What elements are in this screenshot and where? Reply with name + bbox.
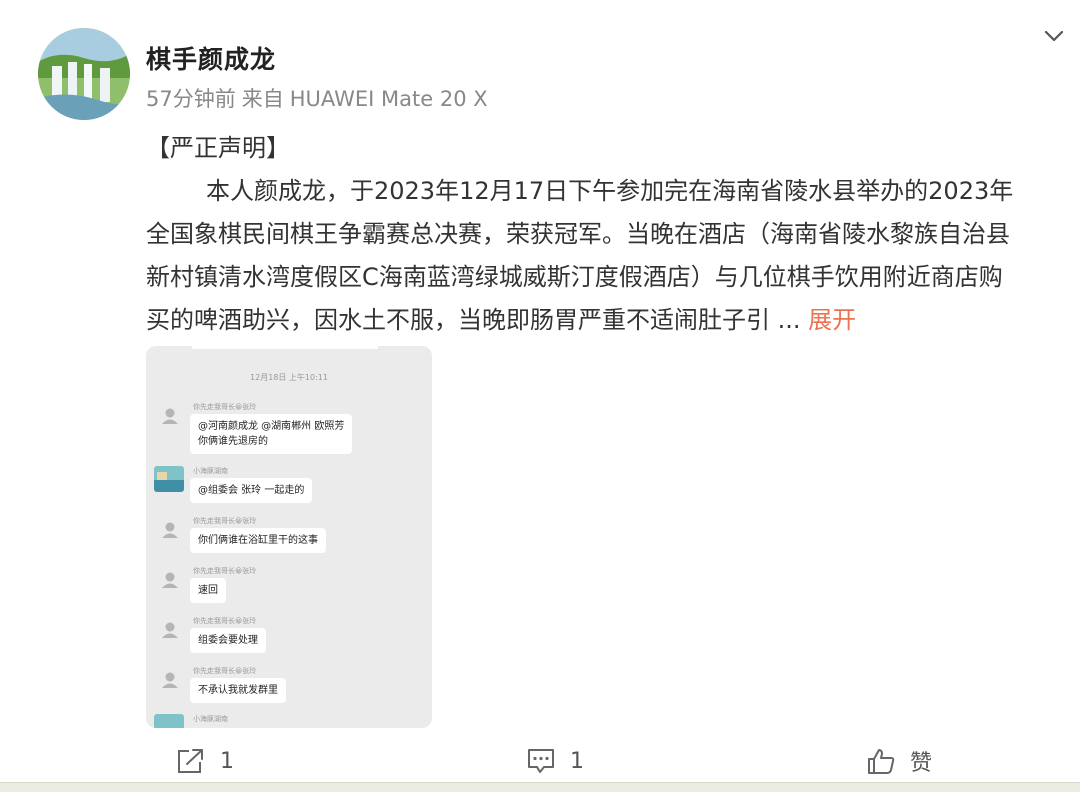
photo-avatar	[154, 714, 184, 728]
chat-sender: 小海豚湖南	[193, 715, 228, 723]
chat-text: 你俩谁先退房的	[198, 436, 268, 447]
post-time: 57分钟前	[146, 87, 236, 111]
comment-icon	[528, 749, 554, 773]
chat-bubble: @河南颜成龙 @湖南郴州 欧照芳 你俩谁先退房的	[190, 414, 353, 454]
ellipsis: ...	[770, 306, 809, 334]
comment-count: 1	[570, 748, 584, 774]
comment-button[interactable]: 1	[526, 740, 584, 782]
content-line: 全国象棋民间棋王争霸赛总决赛，荣获冠军。当晚在酒店（海南省陵水黎族自治县	[146, 220, 1010, 248]
default-avatar-icon	[156, 616, 184, 644]
chat-bubble: 你们俩谁在浴缸里干的这事	[190, 528, 326, 553]
chat-sender: 你先走我哥长😀张玲	[193, 617, 257, 625]
chat-bubble: 速回	[190, 578, 226, 603]
weibo-post: 棋手颜成龙 57分钟前 来自 HUAWEI Mate 20 X 【严正声明】 本人颜…	[0, 0, 1080, 792]
like-button[interactable]: 赞	[866, 740, 932, 782]
chat-sender: 你先走我哥长😀张玲	[193, 567, 257, 575]
user-avatar[interactable]	[38, 28, 130, 120]
chat-sender: 你先走我哥长😀张玲	[193, 517, 257, 525]
chat-sender: 你先走我哥长😀张玲	[193, 667, 257, 675]
content-line: 买的啤酒助兴，因水土不服，当晚即肠胃严重不适闹肚子引	[146, 306, 770, 334]
content-line: 本人颜成龙，于2023年12月17日下午参加完在海南省陵水县举办的2023年	[206, 177, 1014, 205]
image-top-strip	[192, 346, 378, 349]
chat-bubble: 组委会要处理	[190, 628, 266, 653]
chat-text: @河南颜成龙 @湖南郴州 欧照芳	[198, 421, 345, 432]
default-avatar-icon	[156, 402, 184, 430]
content-line-last: 买的啤酒助兴，因水土不服，当晚即肠胃严重不适闹肚子引 ... 展开	[146, 299, 1076, 342]
device-name: HUAWEI Mate 20 X	[289, 87, 488, 111]
post-meta: 57分钟前 来自 HUAWEI Mate 20 X	[146, 83, 494, 113]
chat-bubble: 不承认我就发群里	[190, 678, 286, 703]
username[interactable]: 棋手颜成龙	[146, 40, 276, 76]
chat-bubble: @组委会 张玲 一起走的	[190, 478, 313, 503]
like-label: 赞	[910, 751, 933, 776]
default-avatar-icon	[156, 666, 184, 694]
chevron-down-icon[interactable]	[1042, 24, 1066, 48]
bottom-edge	[0, 782, 1080, 792]
content-heading: 【严正声明】	[146, 134, 290, 162]
post-content: 【严正声明】 本人颜成龙，于2023年12月17日下午参加完在海南省陵水县举办的…	[146, 127, 1076, 342]
like-icon	[868, 749, 895, 774]
attached-image[interactable]: 12月18日 上午10:11 你先走我哥长😀张玲 @河南颜成龙 @湖南郴州 欧照…	[146, 346, 432, 728]
expand-link[interactable]: 展开	[808, 306, 856, 334]
chat-sender: 你先走我哥长😀张玲	[193, 403, 257, 411]
content-line: 新村镇清水湾度假区C海南蓝湾绿城威斯汀度假酒店）与几位棋手饮用附近商店购	[146, 263, 1003, 291]
action-bar: 1 1 赞	[0, 740, 1080, 782]
photo-avatar	[154, 466, 184, 492]
share-icon	[178, 749, 203, 773]
share-button[interactable]: 1	[176, 740, 234, 782]
chat-timestamp: 12月18日 上午10:11	[250, 373, 328, 382]
source-prefix: 来自	[241, 87, 284, 111]
chat-sender: 小海豚湖南	[193, 467, 228, 475]
default-avatar-icon	[156, 566, 184, 594]
default-avatar-icon	[156, 516, 184, 544]
share-count: 1	[220, 748, 234, 774]
